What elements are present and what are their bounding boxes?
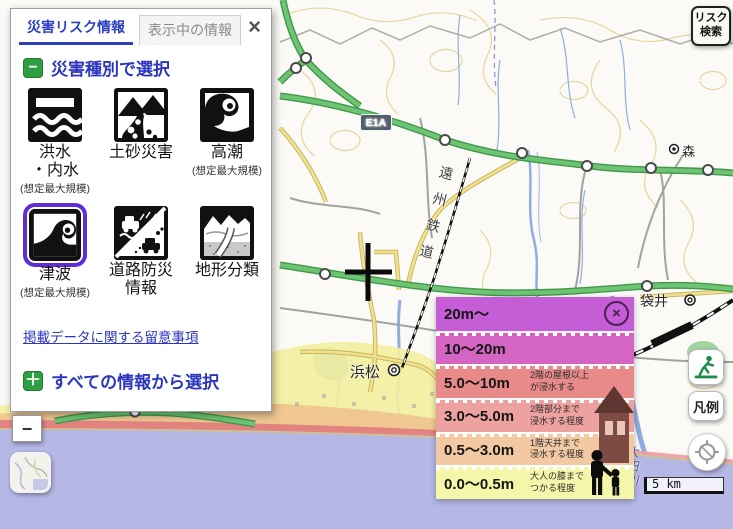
legend-row: 10〜20m (436, 331, 634, 365)
storm-surge-note: (想定最大規模) (192, 163, 262, 178)
panel-tabbar: 災害リスク情報 表示中の情報 × (11, 9, 271, 45)
legend-close-icon[interactable]: × (604, 301, 629, 326)
panel-close-icon[interactable]: × (248, 17, 261, 37)
legend-range: 20m〜 (444, 303, 530, 324)
flood-icon (28, 88, 82, 142)
landslide-label: 土砂災害 (109, 144, 173, 162)
person-illustration (586, 449, 624, 497)
road-hazard-label: 道路防災 情報 (109, 262, 173, 298)
disaster-type-grid: 洪水 ・内水 (想定最大規模) 土砂災 (11, 88, 271, 324)
evacuation-site-button[interactable] (688, 349, 724, 385)
disaster-type-landform[interactable]: 地形分類 (185, 206, 269, 324)
legend-range: 5.0〜10m (444, 372, 530, 393)
legend-range: 10〜20m (444, 338, 530, 359)
disaster-info-panel: 災害リスク情報 表示中の情報 × − 災害種別で選択 洪水 ・内水 (10, 8, 272, 412)
select-by-type-header: − 災害種別で選択 (11, 45, 271, 84)
scale-bar: 5 km (644, 477, 724, 494)
overview-map-button[interactable] (10, 452, 51, 493)
legend-range: 3.0〜5.0m (444, 405, 530, 426)
hazard-map-app: E1A 森 袋井 浜松 遠州鉄道 太田川 災害リスク情報 表示中の情報 × − … (0, 0, 733, 529)
collapse-icon[interactable]: − (23, 58, 43, 78)
legend-range: 0.0〜0.5m (444, 473, 530, 494)
running-person-icon (693, 354, 719, 380)
disaster-type-flood[interactable]: 洪水 ・内水 (想定最大規模) (13, 88, 97, 206)
tsunami-icon (23, 203, 87, 267)
legend-toggle-button[interactable]: 凡例 (688, 391, 724, 421)
gps-locate-icon (692, 437, 722, 467)
disaster-type-storm-surge[interactable]: 高潮 (想定最大規模) (185, 88, 269, 206)
tab-displayed-info[interactable]: 表示中の情報 (139, 15, 241, 45)
legend-row: 20m〜 × (436, 297, 634, 331)
disaster-type-landslide[interactable]: 土砂災害 (99, 88, 183, 206)
overview-map-icon (13, 455, 48, 490)
tsunami-label: 津波 (39, 266, 71, 284)
route-shield-e1a: E1A (360, 114, 392, 131)
place-label-fukuroi: 袋井 (640, 291, 668, 311)
place-label-hamamatsu: 浜松 (350, 361, 380, 382)
landform-label: 地形分類 (195, 262, 259, 280)
storm-surge-label: 高潮 (211, 144, 243, 162)
landslide-icon (114, 88, 168, 142)
select-all-title[interactable]: すべての情報から選択 (51, 368, 219, 393)
tsunami-depth-legend: 20m〜 × 10〜20m 5.0〜10m 2階の屋根以上 が浸水する 3.0〜… (436, 297, 634, 499)
legend-range: 0.5〜3.0m (444, 439, 530, 460)
place-label-mori: 森 (682, 141, 695, 160)
current-location-button[interactable] (688, 433, 726, 471)
data-notice-link[interactable]: 掲載データに関する留意事項 (23, 326, 271, 346)
select-by-type-title: 災害種別で選択 (51, 55, 170, 80)
flood-label: 洪水 ・内水 (31, 144, 79, 180)
select-all-header: ＋ すべての情報から選択 (11, 358, 271, 397)
tsunami-note: (想定最大規模) (20, 285, 90, 300)
risk-search-button[interactable]: リスク 検索 (691, 6, 731, 46)
zoom-out-button[interactable]: − (12, 415, 42, 442)
landform-icon (200, 206, 254, 260)
expand-icon[interactable]: ＋ (23, 371, 43, 391)
disaster-type-tsunami[interactable]: 津波 (想定最大規模) (13, 206, 97, 324)
road-hazard-icon (114, 206, 168, 260)
flood-note: (想定最大規模) (20, 181, 90, 196)
tab-disaster-risk-info[interactable]: 災害リスク情報 (19, 13, 133, 45)
disaster-type-road-hazard[interactable]: 道路防災 情報 (99, 206, 183, 324)
storm-surge-icon (200, 88, 254, 142)
